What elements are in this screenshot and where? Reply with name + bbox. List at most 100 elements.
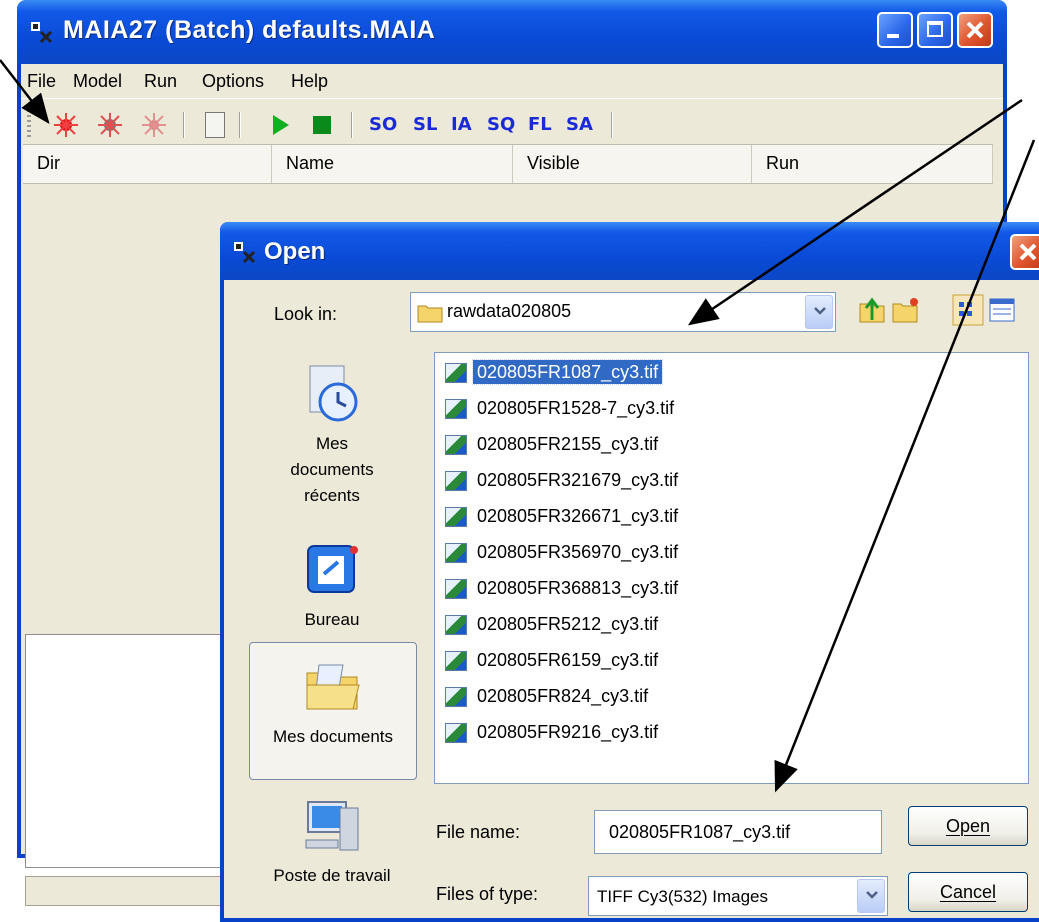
toolbar-separator — [239, 112, 241, 138]
toolbar-so-button[interactable]: SO — [369, 114, 397, 135]
file-name-text: 020805FR9216_cy3.tif — [477, 722, 659, 742]
open-dialog: Open Look in: rawdata020805 Mes document… — [220, 222, 1039, 922]
file-name-text: 020805FR326671_cy3.tif — [477, 506, 679, 526]
file-list[interactable]: 020805FR1087_cy3.tif 020805FR1528-7_cy3.t… — [434, 352, 1029, 784]
dropdown-button[interactable] — [805, 295, 833, 329]
toolbar-ia-button[interactable]: IA — [451, 114, 472, 135]
my-computer-icon — [305, 801, 359, 851]
view-menu-icon[interactable] — [952, 294, 984, 326]
tif-image-icon — [445, 723, 467, 743]
bug-pale-icon[interactable] — [139, 110, 169, 140]
dialog-close-button[interactable] — [1010, 234, 1039, 270]
desktop-icon — [307, 545, 358, 593]
toolbar-separator — [183, 112, 185, 138]
tif-image-icon — [445, 651, 467, 671]
tif-image-icon — [445, 399, 467, 419]
minimize-button[interactable] — [877, 12, 913, 48]
bug-red-icon[interactable] — [51, 110, 81, 140]
place-label: Mes documents récents — [290, 434, 374, 505]
main-titlebar[interactable]: MAIA27 (Batch) defaults.MAIA — [17, 0, 1007, 64]
tif-image-icon — [445, 579, 467, 599]
main-window-title: MAIA27 (Batch) defaults.MAIA — [63, 16, 436, 44]
maximize-button[interactable] — [917, 12, 953, 48]
tif-image-icon — [445, 507, 467, 527]
file-name-label: File name: — [436, 822, 521, 842]
place-my-documents[interactable]: Mes documents — [249, 642, 417, 780]
dropdown-button[interactable] — [857, 879, 885, 913]
toolbar-sa-button[interactable]: SA — [566, 114, 593, 135]
blank-page-icon[interactable] — [205, 112, 225, 138]
file-name-text: 020805FR1528-7_cy3.tif — [477, 398, 675, 418]
chevron-down-icon — [866, 891, 878, 899]
toolbar-grip[interactable] — [27, 110, 31, 140]
up-folder-icon[interactable] — [856, 294, 888, 326]
places-bar: Mes documents récents Bureau Mes documen… — [249, 352, 421, 902]
menubar: File Model Run Options Help — [21, 64, 1003, 99]
app-icon — [234, 242, 256, 264]
maximize-icon — [927, 21, 943, 37]
status-bar — [25, 876, 227, 906]
place-my-computer[interactable]: Poste de travail — [249, 794, 415, 889]
file-name-text: 020805FR2155_cy3.tif — [477, 434, 659, 454]
toolbar-separator — [351, 112, 353, 138]
look-in-value: rawdata020805 — [447, 301, 572, 321]
play-icon[interactable] — [271, 114, 291, 136]
dialog-titlebar[interactable]: Open — [220, 222, 1039, 280]
tif-image-icon — [445, 363, 467, 383]
column-visible[interactable]: Visible — [513, 145, 752, 183]
close-icon — [1019, 243, 1037, 261]
place-label: Bureau — [304, 610, 360, 629]
bug-gray-red-icon[interactable] — [95, 110, 125, 140]
open-button[interactable]: Open — [908, 806, 1028, 846]
recent-documents-icon — [309, 365, 358, 422]
minimize-icon — [887, 34, 899, 38]
list-header: Dir Name Visible Run — [23, 144, 993, 184]
tif-image-icon — [445, 471, 467, 491]
menu-run[interactable]: Run — [144, 71, 177, 92]
place-label: Mes documents — [273, 727, 393, 746]
dialog-client-area: Look in: rawdata020805 Mes documents réc… — [224, 280, 1039, 918]
folder-icon — [417, 305, 443, 323]
column-dir[interactable]: Dir — [23, 145, 272, 183]
file-name-text: 020805FR6159_cy3.tif — [477, 650, 659, 670]
menu-model[interactable]: Model — [73, 71, 122, 92]
column-name[interactable]: Name — [272, 145, 513, 183]
place-desktop[interactable]: Bureau — [249, 538, 415, 633]
file-name-text: 020805FR356970_cy3.tif — [477, 542, 679, 562]
stop-icon[interactable] — [313, 116, 331, 134]
file-name-text: 020805FR1087_cy3.tif — [471, 359, 664, 385]
toolbar-separator — [611, 112, 613, 138]
file-name-text: 020805FR321679_cy3.tif — [477, 470, 679, 490]
tif-image-icon — [445, 543, 467, 563]
new-folder-icon[interactable] — [890, 294, 922, 326]
place-label: Poste de travail — [273, 866, 391, 885]
place-recent-documents[interactable]: Mes documents récents — [249, 362, 415, 509]
file-name-text: 020805FR5212_cy3.tif — [477, 614, 659, 634]
toolbar-sl-button[interactable]: SL — [413, 114, 437, 135]
menu-options[interactable]: Options — [202, 71, 264, 92]
file-name-input[interactable]: 020805FR1087_cy3.tif — [594, 810, 882, 854]
look-in-combo[interactable]: rawdata020805 — [410, 292, 836, 332]
file-type-label: Files of type: — [436, 884, 539, 904]
tif-image-icon — [445, 615, 467, 635]
file-type-value: TIFF Cy3(532) Images — [597, 887, 768, 906]
close-icon — [966, 21, 984, 39]
tif-image-icon — [445, 435, 467, 455]
toolbar: SO SL IA SQ FL SA — [21, 104, 1003, 144]
output-pane[interactable] — [25, 634, 227, 868]
cancel-button[interactable]: Cancel — [908, 872, 1028, 912]
file-type-combo[interactable]: TIFF Cy3(532) Images — [588, 876, 888, 916]
my-documents-icon — [306, 664, 360, 710]
chevron-down-icon — [814, 307, 826, 315]
file-name-text: 020805FR368813_cy3.tif — [477, 578, 679, 598]
file-name-text: 020805FR824_cy3.tif — [477, 686, 649, 706]
column-run[interactable]: Run — [752, 145, 993, 183]
menu-file[interactable]: File — [27, 71, 56, 92]
toolbar-sq-button[interactable]: SQ — [487, 114, 515, 135]
tif-image-icon — [445, 687, 467, 707]
menu-help[interactable]: Help — [291, 71, 328, 92]
details-view-icon[interactable] — [988, 296, 1016, 324]
look-in-label: Look in: — [274, 304, 338, 324]
toolbar-fl-button[interactable]: FL — [528, 114, 552, 135]
close-button[interactable] — [957, 12, 993, 48]
